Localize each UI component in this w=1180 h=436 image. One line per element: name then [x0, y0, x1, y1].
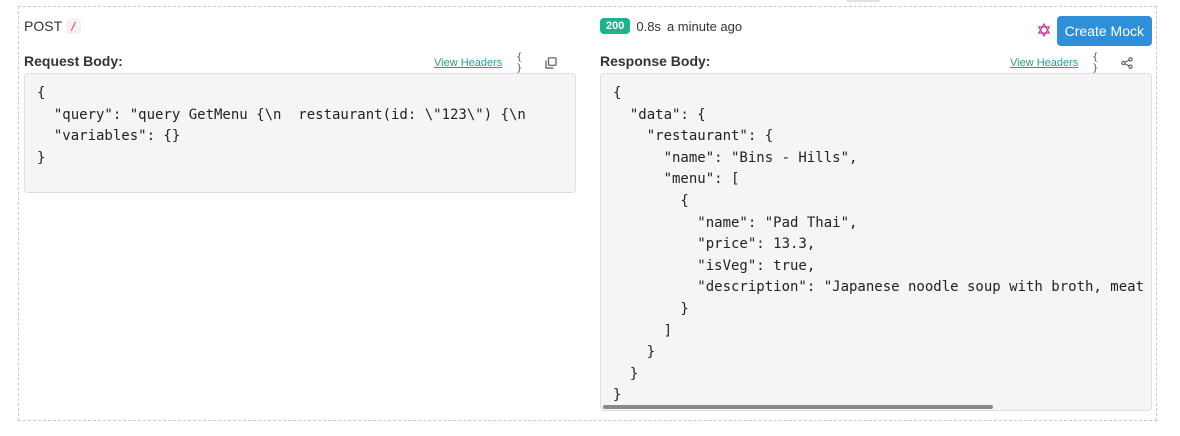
response-duration: 0.8s — [636, 18, 661, 34]
request-body-editor[interactable]: { "query": "query GetMenu {\n restaurant… — [24, 73, 576, 193]
response-time-ago: a minute ago — [666, 18, 743, 34]
request-method: POST — [24, 18, 63, 34]
scrollbar-thumb[interactable] — [603, 405, 993, 409]
response-body-title: Response Body: — [600, 53, 711, 69]
response-body-code: { "data": { "restaurant": { "name": "Bin… — [613, 85, 1145, 404]
request-body-code: { "query": "query GetMenu {\n restaurant… — [37, 85, 526, 166]
response-status-line: 200 0.8s a minute ago — [600, 18, 742, 34]
format-json-icon[interactable]: { } — [1092, 52, 1106, 74]
share-icon[interactable] — [1120, 56, 1134, 70]
copy-icon[interactable] — [544, 56, 558, 70]
horizontal-scrollbar[interactable] — [603, 405, 1149, 409]
request-line: POST / — [24, 18, 81, 34]
status-badge: 200 — [600, 18, 631, 34]
request-path: / — [66, 18, 81, 34]
star-of-david-icon[interactable] — [1037, 22, 1051, 40]
format-json-icon[interactable]: { } — [516, 52, 530, 74]
response-body-tools: View Headers { } — [1010, 52, 1134, 74]
request-body-tools: View Headers { } — [434, 52, 558, 74]
panel-tab[interactable] — [846, 0, 880, 2]
request-view-headers-link[interactable]: View Headers — [434, 57, 502, 69]
create-mock-button[interactable]: Create Mock — [1056, 16, 1152, 46]
request-body-title: Request Body: — [24, 53, 123, 69]
response-view-headers-link[interactable]: View Headers — [1010, 57, 1078, 69]
mock-actions: Create Mock — [1037, 16, 1152, 46]
response-body-editor[interactable]: { "data": { "restaurant": { "name": "Bin… — [600, 73, 1152, 411]
